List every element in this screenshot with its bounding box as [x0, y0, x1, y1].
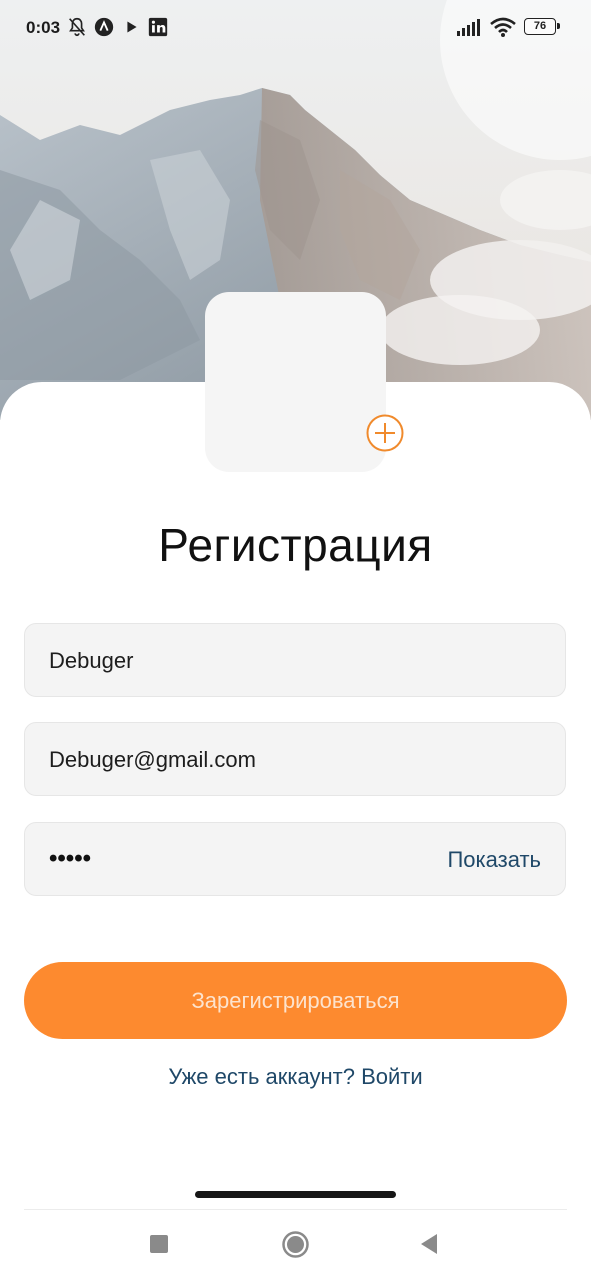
home-indicator[interactable] — [195, 1191, 396, 1198]
home-icon[interactable] — [282, 1231, 309, 1258]
avatar-placeholder[interactable] — [205, 292, 386, 472]
status-bar: 0:03 76 — [0, 0, 591, 56]
login-link[interactable]: Уже есть аккаунт? Войти — [0, 1064, 591, 1090]
name-input[interactable] — [47, 624, 431, 698]
password-field[interactable]: ••••• Показать — [24, 822, 566, 896]
email-field[interactable] — [24, 722, 566, 797]
app-a-icon — [94, 17, 114, 37]
recent-apps-icon[interactable] — [149, 1234, 169, 1254]
register-button[interactable]: Зарегистрироваться — [24, 962, 567, 1039]
bell-off-icon — [69, 17, 85, 37]
plus-circle-icon[interactable] — [365, 413, 405, 453]
email-input[interactable] — [47, 723, 431, 797]
battery-icon: 76 — [524, 18, 560, 35]
name-field[interactable] — [24, 623, 566, 698]
linkedin-icon — [148, 17, 168, 37]
page-title: Регистрация — [158, 519, 433, 571]
password-input[interactable]: ••••• — [49, 845, 91, 873]
nav-divider — [24, 1209, 567, 1210]
show-password-button[interactable]: Показать — [447, 847, 541, 873]
signal-icon — [457, 19, 480, 36]
status-time: 0:03 — [26, 18, 61, 37]
wifi-icon — [490, 17, 516, 37]
back-icon[interactable] — [419, 1233, 439, 1255]
play-icon — [127, 21, 137, 33]
